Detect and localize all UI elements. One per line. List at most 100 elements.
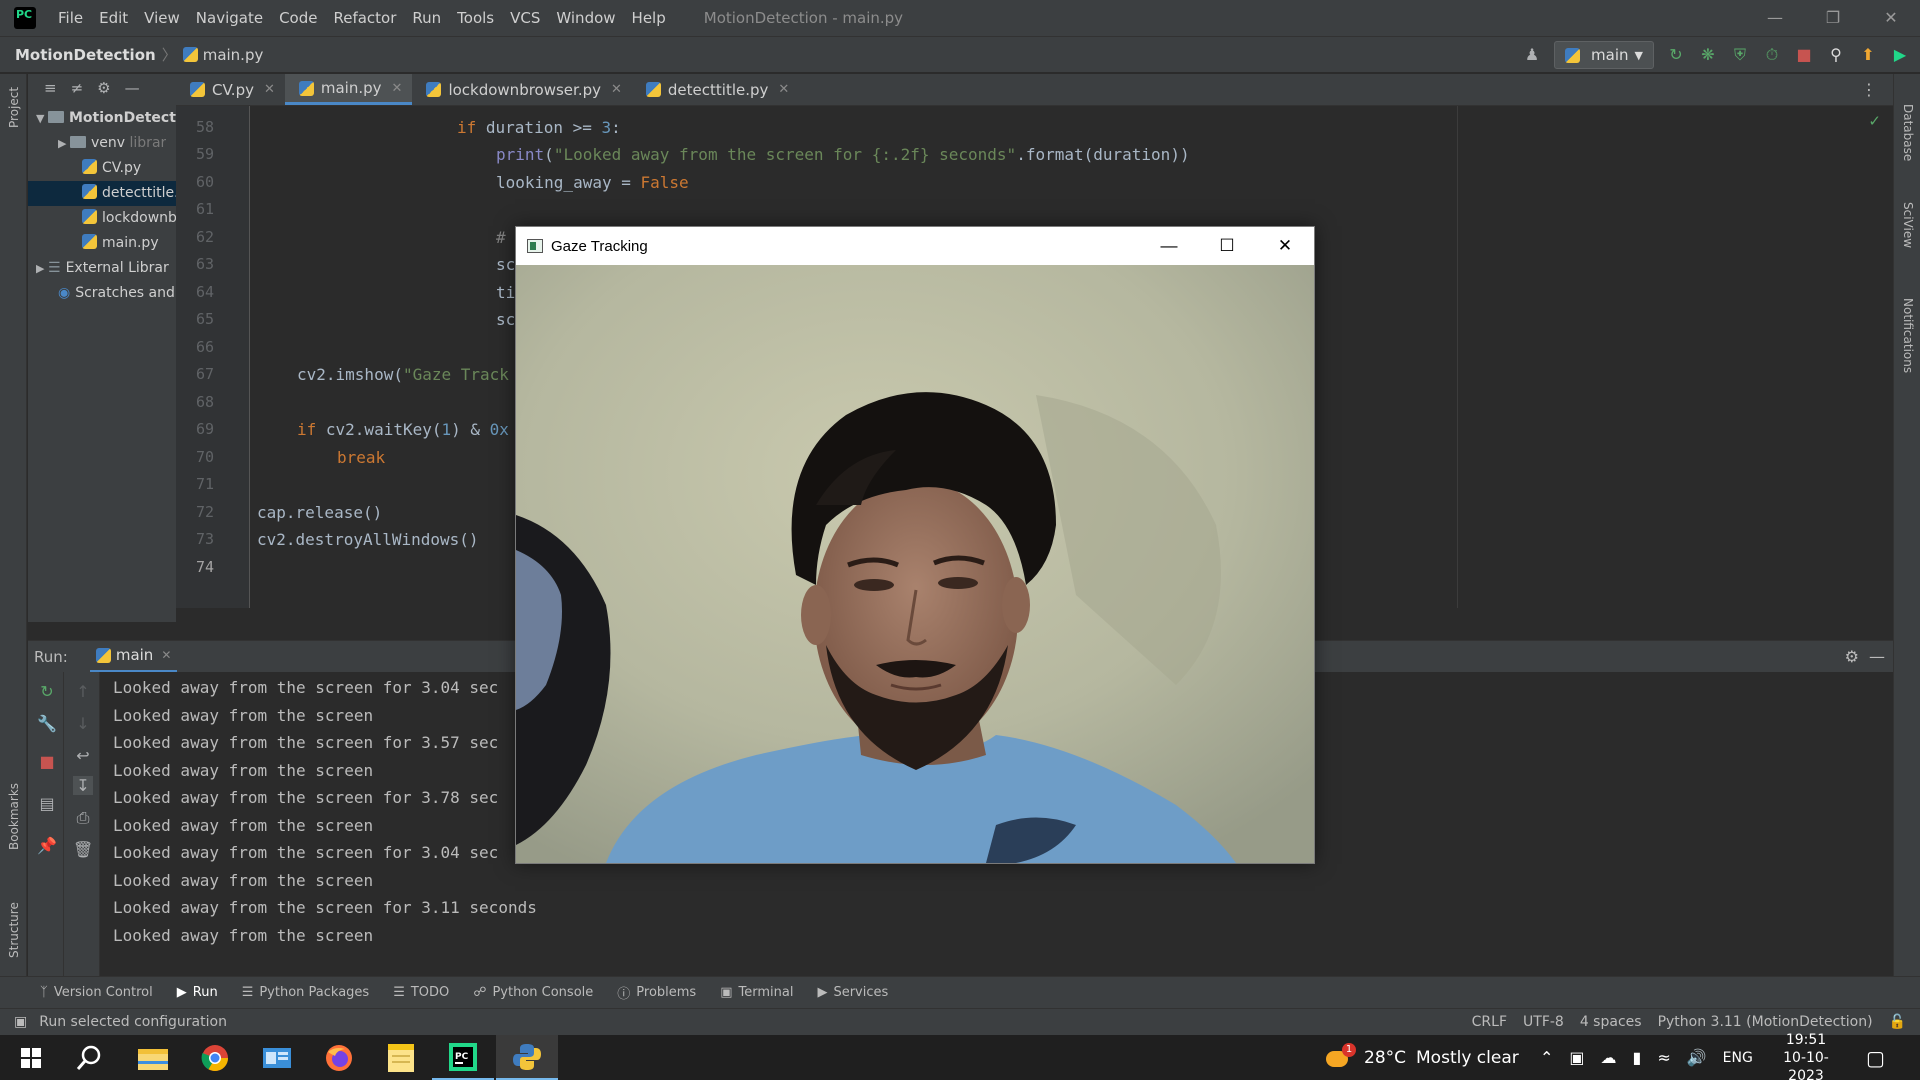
stop-icon[interactable]: ■ bbox=[1794, 45, 1814, 65]
tree-root[interactable]: ▼ MotionDetect bbox=[36, 106, 176, 131]
weather-widget[interactable]: 1 28°C Mostly clear bbox=[1326, 1035, 1519, 1080]
device-icon[interactable]: ▣ bbox=[1569, 1048, 1584, 1067]
run-configuration-dropdown[interactable]: main ▼ bbox=[1554, 41, 1654, 69]
tree-item-scratches[interactable]: ◉ Scratches and bbox=[58, 281, 175, 306]
stop-icon[interactable]: ■ bbox=[37, 752, 57, 771]
sciview-tool-label[interactable]: SciView bbox=[1901, 202, 1915, 248]
taskbar-firefox[interactable] bbox=[308, 1035, 370, 1080]
menu-run[interactable]: Run bbox=[404, 9, 449, 27]
menu-edit[interactable]: Edit bbox=[91, 9, 136, 27]
run-tab-main[interactable]: main ✕ bbox=[89, 641, 178, 673]
update-icon[interactable]: ⬆ bbox=[1858, 45, 1878, 65]
close-tab-icon[interactable]: ✕ bbox=[392, 81, 403, 96]
tabs-menu-icon[interactable]: ⋮ bbox=[1861, 80, 1877, 99]
maximize-icon[interactable]: ☐ bbox=[1198, 227, 1256, 265]
search-icon[interactable]: ⚲ bbox=[1826, 45, 1846, 65]
clock[interactable]: 19:51 10-10-2023 bbox=[1768, 1032, 1844, 1080]
expand-all-icon[interactable]: ≡ bbox=[44, 79, 57, 97]
bookmarks-tool-label[interactable]: Bookmarks bbox=[7, 783, 21, 850]
wrench-icon[interactable]: 🔧 bbox=[37, 714, 57, 733]
taskbar-chrome[interactable] bbox=[184, 1035, 246, 1080]
taskbar-pycharm[interactable]: PC bbox=[432, 1035, 494, 1080]
trash-icon[interactable]: 🗑 bbox=[73, 840, 93, 859]
chevron-up-icon[interactable]: ⌃ bbox=[1540, 1048, 1553, 1067]
hide-icon[interactable]: — bbox=[125, 79, 140, 97]
tree-item-venv[interactable]: ▶ venv librar bbox=[58, 131, 166, 156]
coverage-icon[interactable]: ⛨ bbox=[1730, 45, 1750, 65]
menu-vcs[interactable]: VCS bbox=[502, 9, 548, 27]
wifi-icon[interactable]: ≈ bbox=[1657, 1048, 1670, 1067]
menu-refactor[interactable]: Refactor bbox=[325, 9, 404, 27]
breadcrumb-project[interactable]: MotionDetection bbox=[15, 46, 156, 64]
lock-icon[interactable]: 🔓 bbox=[1889, 1014, 1906, 1030]
tree-item-lockdown[interactable]: lockdownb bbox=[82, 206, 177, 231]
onedrive-icon[interactable]: ☁ bbox=[1601, 1048, 1617, 1067]
profile-icon[interactable]: ⏱ bbox=[1762, 45, 1782, 65]
structure-tool-label[interactable]: Structure bbox=[7, 902, 21, 958]
search-button[interactable] bbox=[58, 1035, 120, 1080]
tab-todo[interactable]: ☰ TODO bbox=[393, 985, 449, 1000]
close-icon[interactable]: ✕ bbox=[1862, 0, 1920, 36]
taskbar-notes[interactable] bbox=[370, 1035, 432, 1080]
minimize-icon[interactable]: — bbox=[1140, 227, 1198, 265]
gaze-tracking-window[interactable]: Gaze Tracking — ☐ ✕ bbox=[515, 226, 1315, 864]
arrow-down-icon[interactable]: ↓ bbox=[73, 714, 93, 733]
pin-icon[interactable]: 📌 bbox=[37, 836, 57, 855]
jetbrains-icon[interactable]: ▶ bbox=[1890, 45, 1910, 65]
close-icon[interactable]: ✕ bbox=[1256, 227, 1314, 265]
python-interpreter[interactable]: Python 3.11 (MotionDetection) bbox=[1658, 1014, 1873, 1030]
tree-item-external-libraries[interactable]: ▶ ☰ External Librar bbox=[36, 256, 169, 281]
indent-setting[interactable]: 4 spaces bbox=[1580, 1014, 1642, 1030]
project-tool-label[interactable]: Project bbox=[7, 87, 21, 128]
user-icon[interactable]: ♟ bbox=[1522, 45, 1542, 65]
menu-code[interactable]: Code bbox=[271, 9, 325, 27]
database-tool-label[interactable]: Database bbox=[1901, 104, 1915, 161]
rerun-icon[interactable]: ↻ bbox=[1666, 45, 1686, 65]
start-button[interactable] bbox=[0, 1035, 62, 1080]
tab-services[interactable]: ▶ Services bbox=[817, 985, 888, 1000]
gear-icon[interactable]: ⚙ bbox=[1845, 647, 1859, 666]
notifications-tool-label[interactable]: Notifications bbox=[1901, 298, 1915, 373]
rerun-icon[interactable]: ↻ bbox=[37, 682, 57, 701]
tab-problems[interactable]: ⓘ Problems bbox=[617, 983, 696, 1002]
layout-icon[interactable]: ▤ bbox=[37, 794, 57, 813]
tab-detecttitle[interactable]: detecttitle.py ✕ bbox=[632, 74, 799, 105]
restore-icon[interactable]: ❐ bbox=[1804, 0, 1862, 36]
scroll-to-end-icon[interactable]: ↧ bbox=[73, 776, 93, 795]
debug-icon[interactable]: ❋ bbox=[1698, 45, 1718, 65]
tab-run[interactable]: ▶ Run bbox=[177, 985, 218, 1000]
tree-item-cv[interactable]: CV.py bbox=[82, 156, 141, 181]
battery-icon[interactable]: ▮ bbox=[1633, 1048, 1642, 1067]
inspection-ok-icon[interactable]: ✓ bbox=[1868, 112, 1881, 130]
tab-version-control[interactable]: ᛉ Version Control bbox=[40, 985, 153, 1000]
menu-navigate[interactable]: Navigate bbox=[188, 9, 271, 27]
close-tab-icon[interactable]: ✕ bbox=[161, 648, 171, 662]
layout-toggle-icon[interactable]: ▣ bbox=[14, 1014, 27, 1030]
tab-python-packages[interactable]: ☰ Python Packages bbox=[242, 985, 370, 1000]
line-separator[interactable]: CRLF bbox=[1472, 1014, 1507, 1030]
print-icon[interactable]: ⎙ bbox=[73, 808, 93, 828]
taskbar-python[interactable] bbox=[496, 1035, 558, 1080]
soft-wrap-icon[interactable]: ↩ bbox=[73, 746, 93, 765]
volume-icon[interactable]: 🔊 bbox=[1687, 1048, 1707, 1067]
tab-python-console[interactable]: ☍ Python Console bbox=[473, 985, 593, 1000]
menu-file[interactable]: File bbox=[50, 9, 91, 27]
menu-window[interactable]: Window bbox=[548, 9, 623, 27]
menu-view[interactable]: View bbox=[136, 9, 188, 27]
menu-help[interactable]: Help bbox=[624, 9, 674, 27]
minimize-icon[interactable]: — bbox=[1746, 0, 1804, 36]
language-indicator[interactable]: ENG bbox=[1723, 1050, 1753, 1066]
taskbar-file-explorer[interactable] bbox=[122, 1035, 184, 1080]
tree-item-main[interactable]: main.py bbox=[82, 231, 159, 256]
tab-cv[interactable]: CV.py ✕ bbox=[176, 74, 285, 105]
close-tab-icon[interactable]: ✕ bbox=[611, 82, 622, 97]
tab-main[interactable]: main.py ✕ bbox=[284, 74, 413, 105]
arrow-up-icon[interactable]: ↑ bbox=[73, 682, 93, 701]
tree-item-detecttitle[interactable]: detecttitle. bbox=[28, 181, 176, 206]
close-tab-icon[interactable]: ✕ bbox=[778, 82, 789, 97]
hide-panel-icon[interactable]: — bbox=[1869, 647, 1885, 666]
close-tab-icon[interactable]: ✕ bbox=[264, 82, 275, 97]
file-encoding[interactable]: UTF-8 bbox=[1523, 1014, 1564, 1030]
taskbar-app[interactable] bbox=[246, 1035, 308, 1080]
tab-lockdownbrowser[interactable]: lockdownbrowser.py ✕ bbox=[412, 74, 631, 105]
